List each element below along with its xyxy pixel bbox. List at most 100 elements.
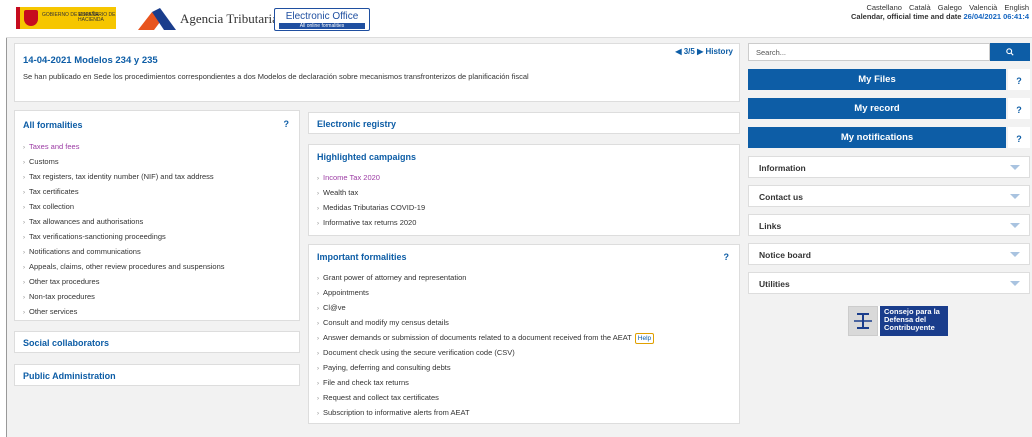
cdc-banner[interactable]: Consejo para la Defensa del Contribuyent… [848, 306, 948, 336]
list-item[interactable]: › Income Tax 2020 [317, 170, 425, 185]
social-collaborators-title[interactable]: Social collaborators [23, 338, 109, 348]
lang-catala[interactable]: Català [909, 3, 931, 12]
list-item[interactable]: › Other services [23, 304, 225, 319]
news-pager[interactable]: ◀ 3/5 ▶ History [675, 47, 733, 56]
chevron-right-icon: › [317, 351, 319, 357]
chevron-right-icon: › [317, 291, 319, 297]
list-item[interactable]: › File and check tax returns [317, 375, 654, 390]
coat-of-arms-icon [24, 10, 38, 26]
all-formalities-list: › Taxes and fees › Customs › Tax registers,… [23, 139, 225, 319]
list-item[interactable]: › Tax collection [23, 199, 225, 214]
government-logo[interactable]: GOBIERNO DE ESPAÑA MINISTERIO DE HACIEND… [16, 7, 116, 29]
flag-stripe [16, 7, 20, 29]
chevron-down-icon [1010, 194, 1020, 199]
lang-castellano[interactable]: Castellano [866, 3, 901, 12]
chevron-down-icon [1010, 252, 1020, 257]
site-header: GOBIERNO DE ESPAÑA MINISTERIO DE HACIEND… [6, 0, 1032, 38]
list-item[interactable]: › Cl@ve [317, 300, 654, 315]
list-item[interactable]: › Other tax procedures [23, 274, 225, 289]
electronic-registry-title[interactable]: Electronic registry [317, 119, 396, 129]
accordion-label: Links [759, 221, 782, 231]
list-item[interactable]: › Medidas Tributarias COVID-19 [317, 200, 425, 215]
aeat-logo-icon[interactable] [138, 8, 176, 30]
news-title[interactable]: 14-04-2021 Modelos 234 y 235 [23, 55, 158, 66]
chevron-right-icon: › [317, 206, 319, 212]
accordion-links[interactable]: Links [748, 214, 1030, 236]
chevron-down-icon [1010, 223, 1020, 228]
all-formalities-help-icon[interactable]: ? [284, 119, 290, 129]
important-formalities-panel: Important formalities ? › Grant power of … [308, 244, 740, 424]
chevron-right-icon: › [317, 191, 319, 197]
social-collaborators-panel[interactable]: Social collaborators [14, 331, 300, 353]
list-item[interactable]: › Appeals, claims, other review procedure… [23, 259, 225, 274]
list-item[interactable]: › Subscription to informative alerts from… [317, 405, 654, 420]
list-item[interactable]: › Taxes and fees [23, 139, 225, 154]
list-item[interactable]: › Answer demands or submission of documen… [317, 330, 655, 345]
chevron-right-icon: › [23, 160, 25, 166]
important-formalities-help-icon[interactable]: ? [724, 252, 730, 262]
eo-sub-label: All online formalities [279, 23, 365, 29]
accordion-contact-us[interactable]: Contact us [748, 185, 1030, 207]
chevron-right-icon: › [23, 175, 25, 181]
search-button[interactable] [990, 43, 1030, 61]
list-item[interactable]: › Paying, deferring and consulting debts [317, 360, 654, 375]
all-formalities-title[interactable]: All formalities [23, 120, 83, 130]
calendar-label[interactable]: Calendar, official time and date [851, 12, 964, 21]
accordion-information[interactable]: Information [748, 156, 1030, 178]
chevron-down-icon [1010, 165, 1020, 170]
highlighted-campaigns-list: › Income Tax 2020 › Wealth tax › Medidas Tr… [317, 170, 425, 230]
list-item[interactable]: › Grant power of attorney and representat… [317, 270, 654, 285]
list-item[interactable]: › Document check using the secure verific… [317, 345, 654, 360]
calendar-line: Calendar, official time and date 26/04/2… [851, 12, 1029, 21]
chevron-right-icon: › [23, 235, 25, 241]
my-record-button[interactable]: My record [748, 98, 1006, 119]
my-files-help-icon[interactable]: ? [1008, 69, 1030, 90]
chevron-right-icon: › [23, 145, 25, 151]
list-item[interactable]: › Tax verifications-sanctioning proceedin… [23, 229, 225, 244]
search-input[interactable]: Search... [748, 43, 990, 61]
eo-main-label: Electronic Office [285, 11, 359, 22]
chevron-right-icon: › [317, 321, 319, 327]
accordion-label: Notice board [759, 250, 811, 260]
chevron-right-icon: › [317, 276, 319, 282]
list-item[interactable]: › Notifications and communications [23, 244, 225, 259]
agency-title[interactable]: Agencia Tributaria [180, 11, 278, 27]
news-banner: 14-04-2021 Modelos 234 y 235 Se han publ… [14, 43, 740, 102]
chevron-right-icon: › [23, 190, 25, 196]
chevron-down-icon [1010, 281, 1020, 286]
electronic-office-button[interactable]: Electronic Office All online formalities [274, 8, 370, 31]
list-item[interactable]: › Non-tax procedures [23, 289, 225, 304]
news-body: Se han publicado en Sede los procedimien… [23, 72, 529, 81]
lang-valencia[interactable]: Valencià [969, 3, 997, 12]
chevron-right-icon: › [317, 366, 319, 372]
list-item[interactable]: › Tax registers, tax identity number (NIF… [23, 169, 225, 184]
important-formalities-title[interactable]: Important formalities [317, 252, 407, 262]
list-item[interactable]: › Customs [23, 154, 225, 169]
list-item[interactable]: › Consult and modify my census details [317, 315, 654, 330]
public-administration-panel[interactable]: Public Administration [14, 364, 300, 386]
calendar-datetime[interactable]: 26/04/2021 06:41:4 [964, 12, 1029, 21]
list-item[interactable]: › Tax certificates [23, 184, 225, 199]
my-files-button[interactable]: My Files [748, 69, 1006, 90]
help-badge[interactable]: Help [634, 333, 655, 344]
my-notifications-help-icon[interactable]: ? [1008, 127, 1030, 148]
my-record-help-icon[interactable]: ? [1008, 98, 1030, 119]
my-notifications-button[interactable]: My notifications [748, 127, 1006, 148]
list-item[interactable]: › Request and collect tax certificates [317, 390, 654, 405]
accordion-utilities[interactable]: Utilities [748, 272, 1030, 294]
list-item[interactable]: › Informative tax returns 2020 [317, 215, 425, 230]
highlighted-campaigns-title[interactable]: Highlighted campaigns [317, 152, 416, 162]
lang-english[interactable]: English [1004, 3, 1029, 12]
accordion-notice-board[interactable]: Notice board [748, 243, 1030, 265]
chevron-right-icon: › [317, 396, 319, 402]
lang-galego[interactable]: Galego [938, 3, 962, 12]
public-administration-title[interactable]: Public Administration [23, 371, 116, 381]
important-formalities-list: › Grant power of attorney and representat… [317, 270, 655, 420]
electronic-registry-panel[interactable]: Electronic registry [308, 112, 740, 134]
list-item[interactable]: › Tax allowances and authorisations [23, 214, 225, 229]
highlighted-campaigns-panel: Highlighted campaigns › Income Tax 2020 ›… [308, 144, 740, 236]
accordion-label: Contact us [759, 192, 803, 202]
accordion-label: Utilities [759, 279, 790, 289]
list-item[interactable]: › Appointments [317, 285, 654, 300]
list-item[interactable]: › Wealth tax [317, 185, 425, 200]
